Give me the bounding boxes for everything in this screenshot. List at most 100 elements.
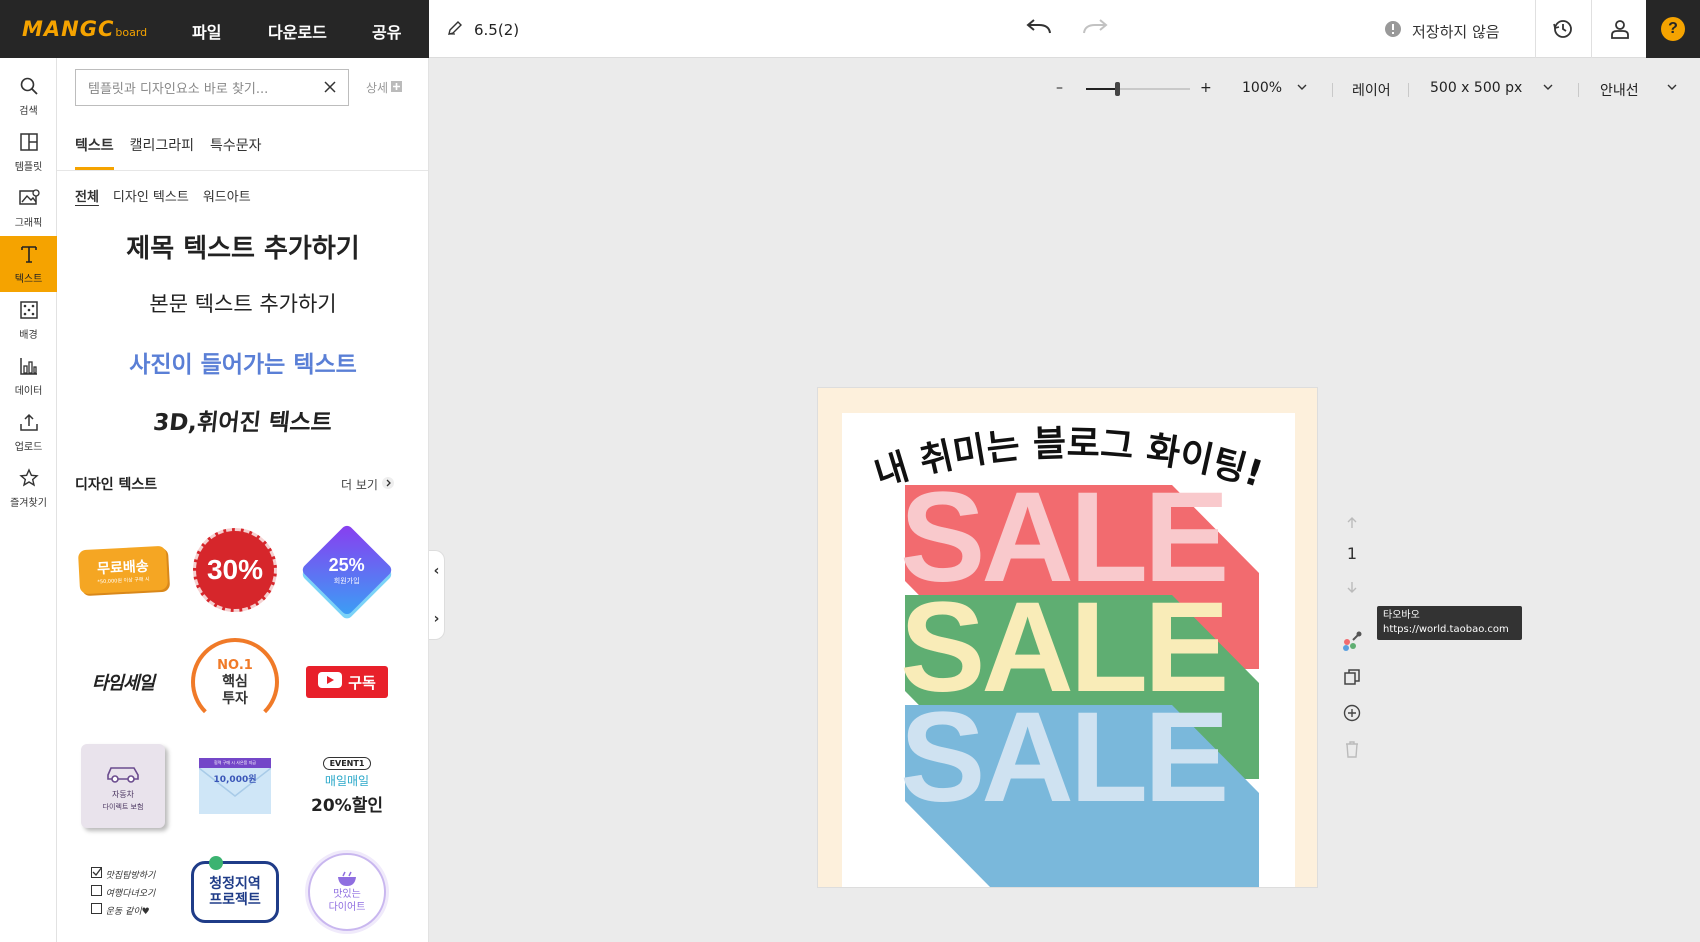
plus-box-icon bbox=[391, 80, 403, 95]
user-icon[interactable] bbox=[1605, 14, 1635, 44]
thumb-checklist[interactable]: 맛집탐방하기 여행다녀오기 운동 같이♥ bbox=[75, 844, 171, 940]
mangoboard-logo[interactable]: MANGCboard bbox=[22, 17, 147, 41]
thumb-no1[interactable]: NO.1 핵심 투자 bbox=[187, 634, 283, 730]
no1-c: 투자 bbox=[222, 690, 248, 707]
tooltip-url: https://world.taobao.com bbox=[1383, 624, 1509, 635]
undo-icon[interactable] bbox=[1024, 14, 1054, 44]
nav-favorites[interactable]: 즐겨찾기 bbox=[0, 460, 57, 516]
nav-template[interactable]: 템플릿 bbox=[0, 124, 57, 180]
save-status-text: 저장하지 않음 bbox=[1412, 22, 1500, 41]
free-ship-text: 무료배송 bbox=[96, 558, 150, 577]
nav-upload[interactable]: 업로드 bbox=[0, 404, 57, 460]
zoom-out-button[interactable]: – bbox=[1056, 80, 1063, 96]
youtube-icon bbox=[318, 672, 343, 692]
thumb-event[interactable]: EVENT1 매일매일 20%할인 bbox=[299, 738, 395, 834]
size-dropdown-icon[interactable] bbox=[1542, 80, 1554, 96]
nav-search[interactable]: 검색 bbox=[0, 68, 57, 124]
toolbar-separator bbox=[1408, 83, 1409, 97]
warning-icon bbox=[1384, 20, 1402, 42]
thumb-subscribe[interactable]: 구독 bbox=[299, 634, 395, 730]
bowl-icon bbox=[336, 871, 358, 888]
help-button[interactable]: ? bbox=[1646, 0, 1700, 58]
subtab-wordart[interactable]: 워드아트 bbox=[203, 186, 251, 205]
menu-download[interactable]: 다운로드 bbox=[268, 19, 327, 43]
check-b: 여행다녀오기 bbox=[105, 888, 156, 899]
history-icon[interactable] bbox=[1548, 14, 1578, 44]
save-status: 저장하지 않음 bbox=[1384, 20, 1500, 42]
nav-favorites-label: 즐겨찾기 bbox=[10, 497, 47, 509]
thumb-envelope[interactable]: 협력 구매 시 사은품 지급 10,000원 bbox=[187, 738, 283, 834]
page-down-icon[interactable] bbox=[1335, 574, 1369, 600]
top-left-dark-area: MANGCboard 파일 다운로드 공유 bbox=[0, 0, 429, 58]
zoom-dropdown-icon[interactable] bbox=[1296, 80, 1308, 96]
chevron-left-icon: ‹ bbox=[433, 563, 440, 579]
zoom-slider-handle[interactable] bbox=[1115, 82, 1121, 96]
pencil-icon bbox=[446, 19, 464, 41]
canvas-size[interactable]: 500 x 500 px bbox=[1430, 80, 1522, 96]
pct25-sub: 회원가입 bbox=[334, 576, 360, 585]
add-body-text-button[interactable]: 본문 텍스트 추가하기 bbox=[57, 288, 428, 318]
delete-page-icon[interactable] bbox=[1335, 736, 1369, 762]
nav-graphic-label: 그래픽 bbox=[14, 217, 43, 229]
guides-dropdown-icon[interactable] bbox=[1666, 80, 1678, 96]
subtab-design-text[interactable]: 디자인 텍스트 bbox=[113, 186, 189, 205]
nav-background[interactable]: 배경 bbox=[0, 292, 57, 348]
guides-button[interactable]: 안내선 bbox=[1600, 80, 1639, 100]
thumb-free-shipping[interactable]: 무료배송 *50,000원 이상 구매 시 bbox=[75, 522, 171, 618]
thumb-30-percent[interactable]: 30% bbox=[187, 522, 283, 618]
canvas-content[interactable]: 내 취미는 블로그 화이팅! SALE SALE SALE bbox=[842, 413, 1295, 887]
nav-graphic[interactable]: 그래픽 bbox=[0, 180, 57, 236]
nav-template-label: 템플릿 bbox=[14, 161, 43, 173]
page-up-icon[interactable] bbox=[1335, 510, 1369, 536]
menu-share[interactable]: 공유 bbox=[372, 19, 401, 43]
add-3d-text-button[interactable]: 3D,휘어진 텍스트 bbox=[57, 403, 428, 437]
zoom-level[interactable]: 100% bbox=[1242, 80, 1282, 96]
tooltip-title: 타오바오 bbox=[1383, 610, 1420, 621]
graphic-icon bbox=[18, 188, 40, 211]
tab-special-chars[interactable]: 특수문자 bbox=[210, 135, 262, 170]
event-tag: EVENT1 bbox=[322, 756, 372, 770]
thumb-25-percent[interactable]: 25% 회원가입 bbox=[299, 522, 395, 618]
add-photo-text-button[interactable]: 사진이 들어가는 텍스트 bbox=[57, 345, 428, 379]
close-icon[interactable] bbox=[322, 79, 338, 99]
panel-collapse-handle[interactable]: ‹ › bbox=[429, 550, 445, 640]
template-icon bbox=[19, 132, 39, 155]
duplicate-page-icon[interactable] bbox=[1335, 664, 1369, 690]
thumb-clean-project[interactable]: 청정지역 프로젝트 bbox=[187, 844, 283, 940]
redo-icon[interactable] bbox=[1080, 14, 1110, 44]
zoom-slider[interactable] bbox=[1086, 82, 1190, 96]
thumb-timesale[interactable]: 타임세일 bbox=[75, 634, 171, 730]
detail-search-button[interactable]: 상세 bbox=[366, 79, 403, 96]
thumb-car-insurance[interactable]: 자동차 다이렉트 보험 bbox=[75, 738, 171, 834]
tab-text[interactable]: 텍스트 bbox=[75, 135, 114, 170]
diet-a: 맛있는 bbox=[333, 888, 361, 900]
event-a: 매일매일 bbox=[324, 773, 370, 788]
link-tooltip: 타오바오 https://world.taobao.com bbox=[1377, 606, 1522, 640]
more-link[interactable]: 더 보기 bbox=[341, 476, 394, 493]
search-input[interactable]: 템플릿과 디자인요소 바로 찾기... bbox=[75, 69, 349, 106]
logo-sub-text: board bbox=[115, 26, 148, 39]
toolbar-separator bbox=[1578, 83, 1579, 97]
chevron-right-icon: › bbox=[433, 611, 440, 627]
sale-text-3[interactable]: SALE bbox=[900, 686, 1229, 829]
nav-text[interactable]: 텍스트 bbox=[0, 236, 57, 292]
design-canvas[interactable]: 내 취미는 블로그 화이팅! SALE SALE SALE bbox=[817, 387, 1318, 888]
zoom-in-button[interactable]: + bbox=[1200, 80, 1212, 96]
add-title-text-button[interactable]: 제목 텍스트 추가하기 bbox=[57, 228, 428, 265]
add-page-icon[interactable] bbox=[1335, 700, 1369, 726]
document-title[interactable]: 6.5(2) bbox=[446, 19, 519, 41]
nav-data[interactable]: 데이터 bbox=[0, 348, 57, 404]
color-picker-icon[interactable] bbox=[1335, 628, 1369, 654]
thumb-diet[interactable]: 맛있는 다이어트 bbox=[299, 844, 395, 940]
car-icon bbox=[104, 761, 142, 787]
layers-button[interactable]: 레이어 bbox=[1352, 80, 1391, 100]
check-a: 맛집탐방하기 bbox=[105, 870, 156, 881]
car-text-b: 다이렉트 보험 bbox=[102, 802, 144, 811]
event-b: 20%할인 bbox=[311, 795, 383, 816]
tab-calligraphy[interactable]: 캘리그라피 bbox=[130, 135, 194, 170]
menu-file[interactable]: 파일 bbox=[192, 19, 221, 43]
text-side-panel: 템플릿과 디자인요소 바로 찾기... 상세 텍스트 캘리그라피 특수문자 전체… bbox=[57, 58, 429, 942]
diet-b: 다이어트 bbox=[328, 901, 366, 913]
subtab-all[interactable]: 전체 bbox=[75, 186, 99, 205]
check-c: 운동 같이♥ bbox=[105, 906, 150, 917]
